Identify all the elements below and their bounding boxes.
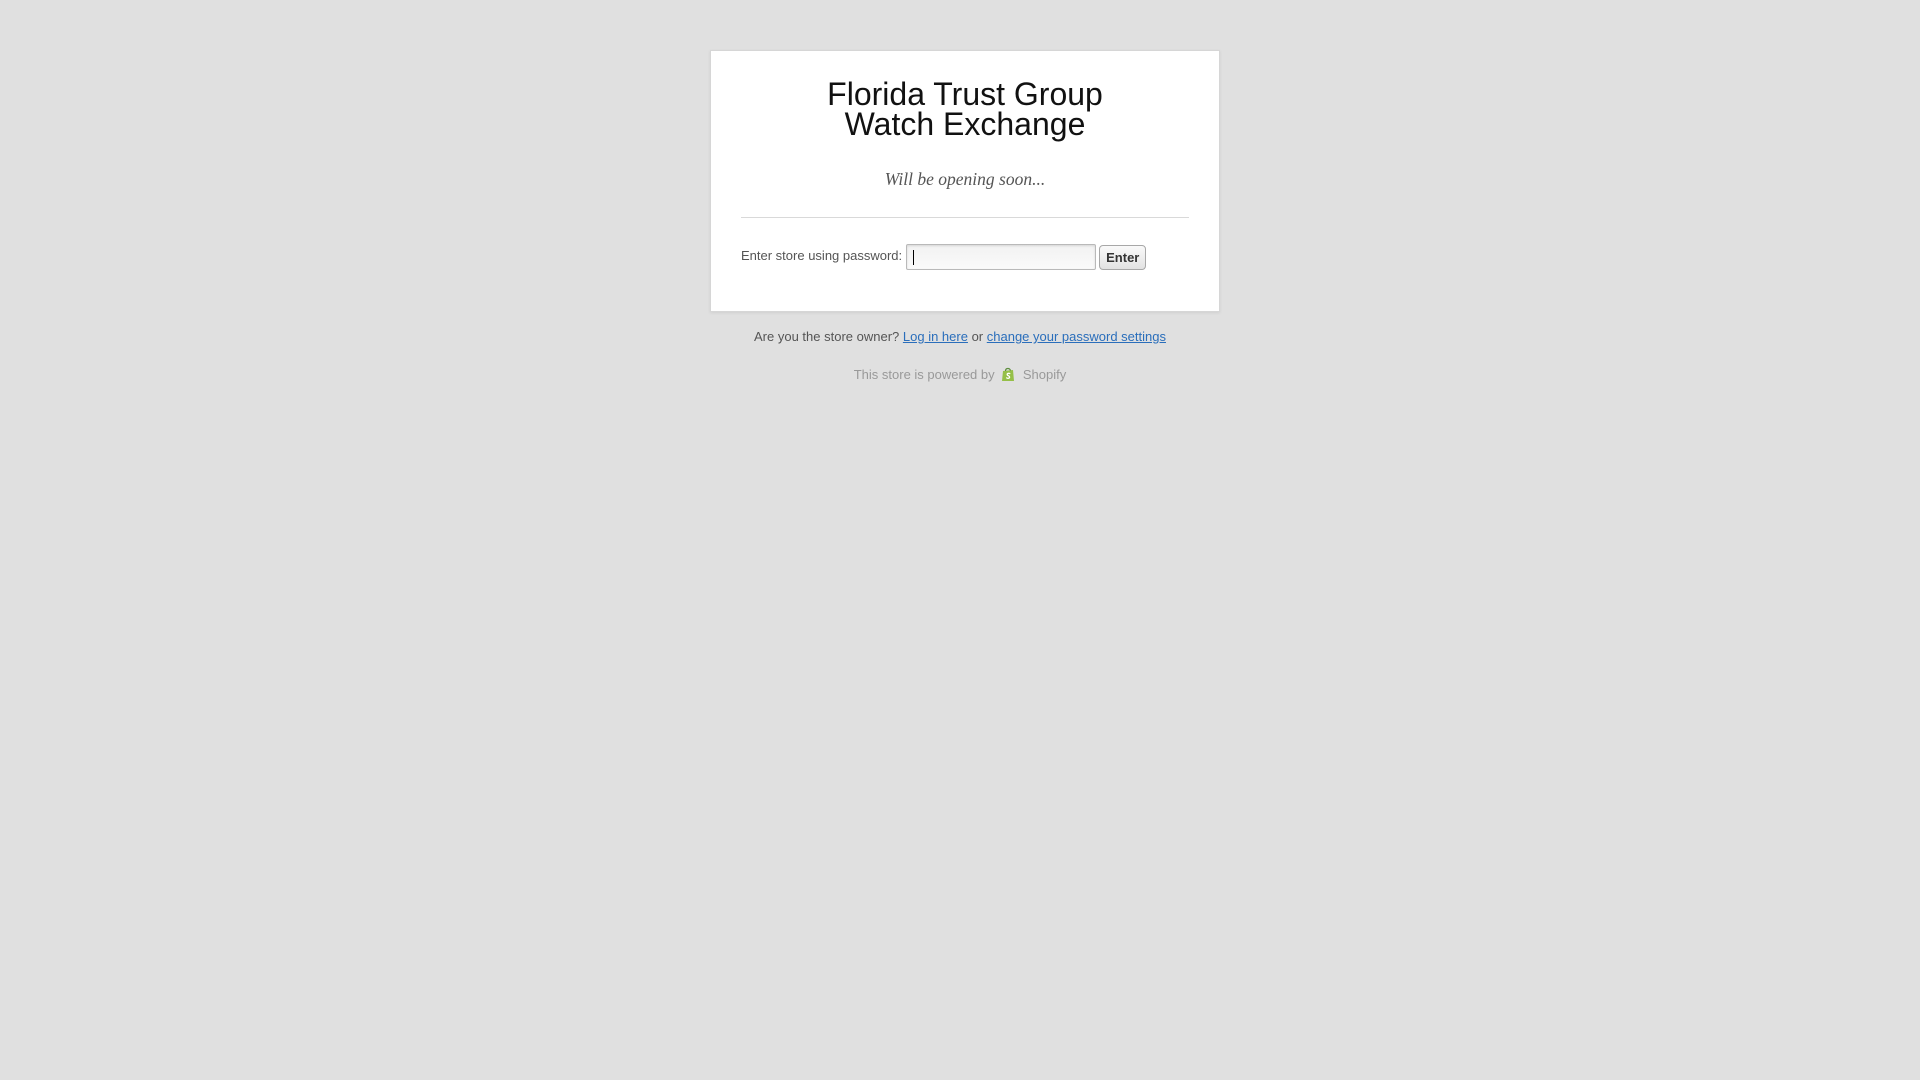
password-card: Florida Trust Group Watch Exchange Will … — [710, 50, 1220, 312]
login-link[interactable]: Log in here — [903, 329, 968, 344]
enter-button[interactable]: Enter — [1099, 244, 1147, 270]
powered-by: This store is powered by Shopify — [0, 366, 1920, 382]
text-caret — [913, 250, 915, 265]
divider — [741, 217, 1189, 218]
store-subtitle: Will be opening soon... — [884, 169, 1046, 189]
shopify-brand[interactable]: Shopify — [1023, 367, 1066, 382]
owner-connector: or — [971, 329, 984, 344]
password-label: Enter store using password: — [741, 247, 903, 263]
owner-question: Are you the store owner? — [754, 329, 900, 344]
store-title: Florida Trust Group Watch Exchange — [827, 76, 1103, 142]
owner-prompt: Are you the store owner? Log in here or … — [0, 329, 1920, 344]
shopify-bag-icon[interactable] — [1000, 366, 1016, 382]
powered-by-text: This store is powered by — [853, 367, 995, 382]
password-input[interactable] — [906, 244, 1097, 270]
password-settings-link[interactable]: change your password settings — [987, 329, 1166, 344]
password-form: Enter store using password: Enter — [741, 244, 1189, 270]
